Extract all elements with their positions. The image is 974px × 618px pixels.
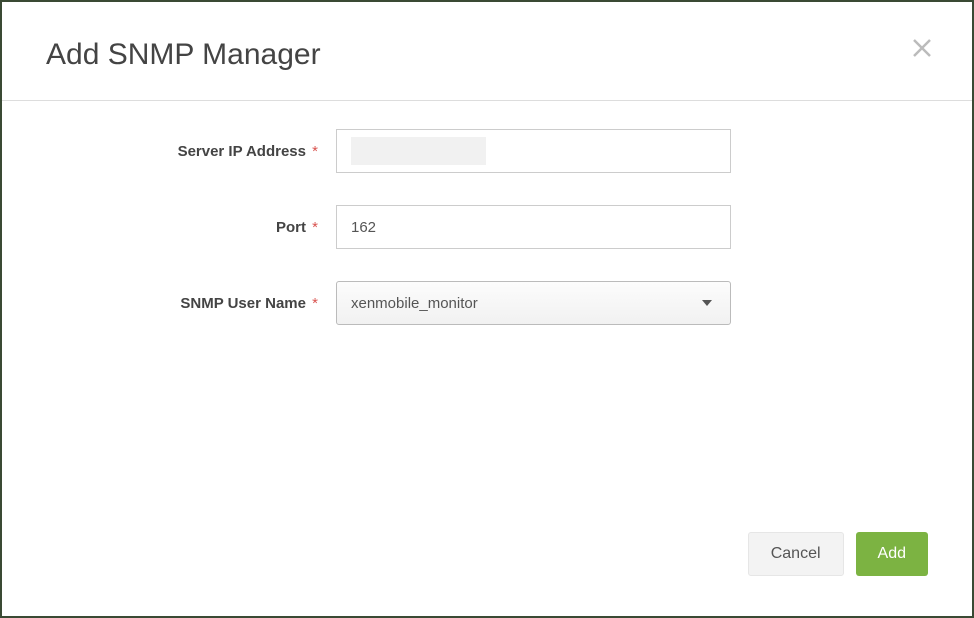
add-button[interactable]: Add bbox=[856, 532, 928, 576]
add-snmp-manager-dialog: Add SNMP Manager Server IP Address * Por… bbox=[2, 2, 972, 616]
snmp-user-select[interactable]: xenmobile_monitor bbox=[336, 281, 731, 325]
chevron-down-icon bbox=[702, 300, 712, 306]
port-row: Port * bbox=[46, 205, 928, 249]
port-label: Port * bbox=[46, 219, 336, 236]
required-indicator: * bbox=[312, 143, 318, 160]
required-indicator: * bbox=[312, 219, 318, 236]
snmp-user-selected-value: xenmobile_monitor bbox=[351, 295, 478, 312]
snmp-user-label: SNMP User Name * bbox=[46, 295, 336, 312]
cancel-button[interactable]: Cancel bbox=[748, 532, 844, 576]
snmp-user-row: SNMP User Name * xenmobile_monitor bbox=[46, 281, 928, 325]
port-input[interactable] bbox=[336, 205, 731, 249]
close-button[interactable] bbox=[908, 34, 936, 62]
dialog-footer: Cancel Add bbox=[2, 532, 972, 616]
server-ip-input[interactable] bbox=[336, 129, 731, 173]
snmp-user-label-text: SNMP User Name bbox=[180, 295, 306, 312]
close-icon bbox=[911, 37, 933, 59]
dialog-header: Add SNMP Manager bbox=[2, 2, 972, 101]
server-ip-label-text: Server IP Address bbox=[178, 143, 306, 160]
dialog-title: Add SNMP Manager bbox=[46, 38, 928, 72]
port-label-text: Port bbox=[276, 219, 306, 236]
server-ip-row: Server IP Address * bbox=[46, 129, 928, 173]
server-ip-label: Server IP Address * bbox=[46, 143, 336, 160]
dialog-body: Server IP Address * Port * SNMP User Nam… bbox=[2, 101, 972, 532]
server-ip-redacted-value bbox=[351, 137, 486, 165]
required-indicator: * bbox=[312, 295, 318, 312]
